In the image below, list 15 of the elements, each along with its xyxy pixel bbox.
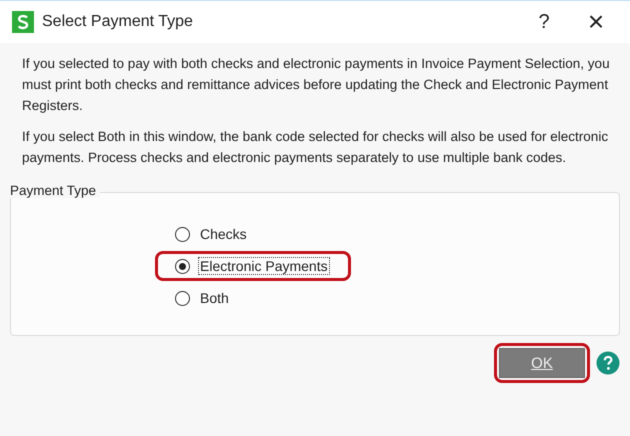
app-logo-icon xyxy=(12,11,34,33)
radio-button[interactable] xyxy=(175,258,190,274)
close-button[interactable]: × xyxy=(574,6,618,38)
info-paragraph: If you selected to pay with both checks and electronic payments in Invoice Payment Selection, you must print both checks and remittance advices before updating the Check and Electronic Payment Registers. xyxy=(22,55,611,115)
radio-label[interactable]: Checks xyxy=(198,225,249,243)
info-paragraph: If you select Both in this window, the bank code selected for checks will also be used for electronic payments. Process checks and electronic payments separately to use multiple bank codes. xyxy=(22,128,610,167)
radio-label[interactable]: Both xyxy=(198,289,231,307)
help-button[interactable]: ? xyxy=(522,6,566,38)
radio-button[interactable] xyxy=(175,290,190,306)
ok-button[interactable]: OK xyxy=(499,348,585,378)
window-title: Select Payment Type xyxy=(42,13,194,31)
radio-button[interactable] xyxy=(175,226,190,242)
radio-label[interactable]: Electronic Payments xyxy=(198,257,330,275)
group-label: Payment Type xyxy=(10,183,100,198)
help-icon[interactable] xyxy=(596,351,620,375)
